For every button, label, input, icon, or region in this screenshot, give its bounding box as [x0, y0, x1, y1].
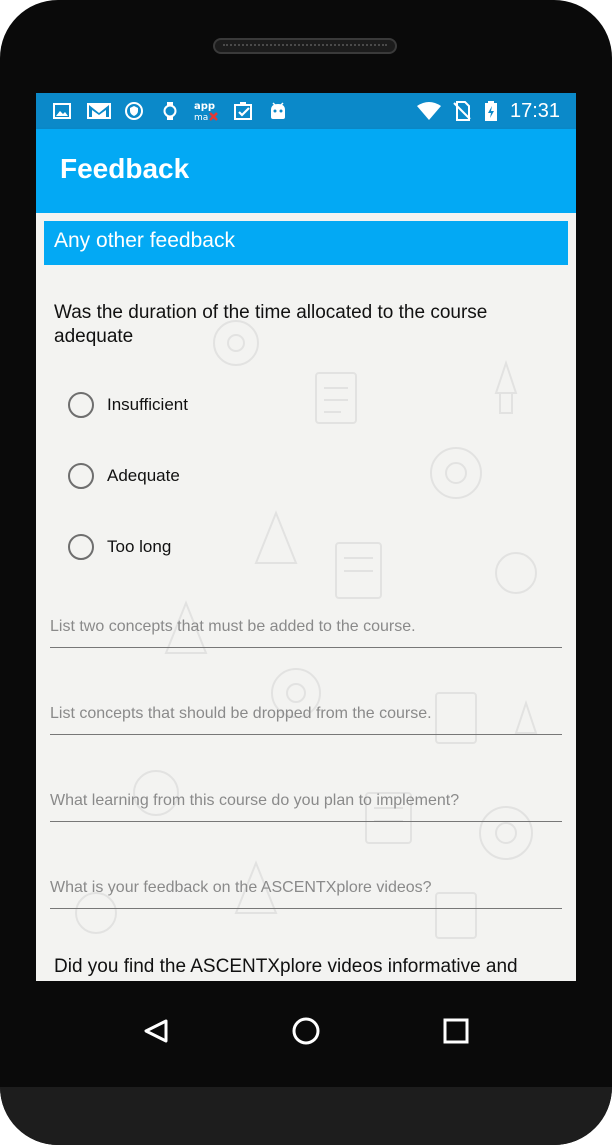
radio-too-long[interactable]: Too long [68, 534, 368, 566]
radio-button[interactable] [68, 392, 94, 418]
concepts-drop-field[interactable] [50, 698, 562, 735]
clipboard-icon [234, 102, 252, 120]
gmail-icon [87, 103, 111, 119]
svg-text:app: app [194, 101, 215, 112]
status-bar: app ma 17:31 [36, 93, 576, 129]
status-time: 17:31 [510, 100, 561, 122]
concepts-drop-input[interactable] [50, 698, 562, 730]
radio-insufficient[interactable]: Insufficient [68, 392, 368, 424]
app-bar: Feedback [36, 129, 576, 213]
navigation-bar [0, 981, 612, 1087]
watch-icon [163, 102, 177, 120]
image-icon [53, 103, 71, 119]
shield-icon [125, 102, 143, 120]
no-sim-icon [453, 101, 471, 121]
radio-button[interactable] [68, 534, 94, 560]
screen: app ma 17:31 Feedback Any other feedback… [36, 93, 576, 981]
radio-adequate[interactable]: Adequate [68, 463, 368, 495]
concepts-add-field[interactable] [50, 611, 562, 648]
duration-question: Was the duration of the time allocated t… [54, 302, 488, 347]
feedback-content[interactable]: Any other feedback Was the duration of t… [36, 213, 576, 981]
wifi-icon [417, 102, 441, 120]
radio-label: Adequate [107, 466, 180, 485]
bottom-bezel [0, 1087, 612, 1145]
videos-question: Did you find the ASCENTXplore videos inf… [54, 956, 518, 977]
concepts-add-input[interactable] [50, 611, 562, 643]
recents-icon[interactable] [426, 1001, 486, 1061]
earpiece-speaker [213, 38, 397, 54]
implement-field[interactable] [50, 785, 562, 822]
phone-frame: app ma 17:31 Feedback Any other feedback… [0, 0, 612, 1145]
svg-text:ma: ma [194, 113, 208, 123]
radio-button[interactable] [68, 463, 94, 489]
back-icon[interactable] [126, 1001, 186, 1061]
android-icon [271, 102, 285, 119]
radio-label: Insufficient [107, 395, 188, 414]
videos-feedback-input[interactable] [50, 872, 562, 904]
section-header: Any other feedback [44, 221, 568, 265]
appmax-icon: appma [194, 101, 218, 123]
videos-feedback-field[interactable] [50, 872, 562, 909]
implement-input[interactable] [50, 785, 562, 817]
page-title: Feedback [60, 153, 190, 184]
section-title: Any other feedback [54, 229, 235, 252]
home-icon[interactable] [276, 1001, 336, 1061]
battery-charging-icon [485, 101, 497, 121]
radio-label: Too long [107, 537, 172, 556]
